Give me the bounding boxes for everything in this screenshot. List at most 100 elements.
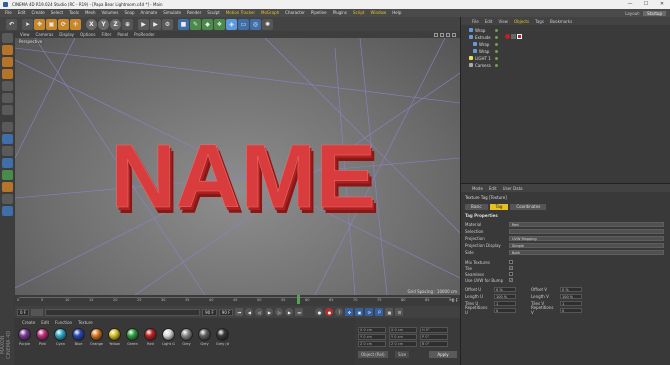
checkbox[interactable]: ✓ xyxy=(509,278,513,282)
viewport-menu-filter[interactable]: Filter xyxy=(98,31,114,38)
menu-plugins[interactable]: Plugins xyxy=(330,9,350,17)
timeline-ruler[interactable]: 0 5 10 15 20 25 30 35 40 45 50 55 60 65 70 75 80 85 90 0 F xyxy=(15,295,460,306)
position-z-field[interactable]: Z 0 cm xyxy=(358,341,386,347)
menu-tools[interactable]: Tools xyxy=(66,9,82,17)
object-tree-item[interactable]: Wrap xyxy=(469,27,498,33)
object-tree-item[interactable]: Wrap xyxy=(473,41,498,47)
points-mode-icon[interactable] xyxy=(1,81,13,91)
material-swatch[interactable]: Orange xyxy=(89,328,104,346)
selected-texture-tag-icon[interactable] xyxy=(517,34,522,39)
tweak-mode-icon[interactable] xyxy=(1,134,13,144)
render-view-icon[interactable]: ▶ xyxy=(138,18,149,30)
goto-start-icon[interactable]: ⏮ xyxy=(235,308,244,316)
menu-character[interactable]: Character xyxy=(282,9,308,17)
spline-pen-icon[interactable]: ✎ xyxy=(190,18,201,30)
maximize-button[interactable]: ☐ xyxy=(638,0,654,9)
material-swatch[interactable]: Grey xyxy=(197,328,212,346)
tab-basic[interactable]: Basic xyxy=(465,204,488,210)
subdivision-surface-icon[interactable]: ◆ xyxy=(202,18,213,30)
coordinate-mode-dropdown[interactable]: Object (Rel) xyxy=(358,351,388,358)
close-button[interactable]: ✕ xyxy=(654,0,670,9)
key-scale-icon[interactable]: ▣ xyxy=(355,308,364,316)
viewport-menu-view[interactable]: View xyxy=(17,31,33,38)
polygons-mode-icon[interactable] xyxy=(1,105,13,115)
property-value-field[interactable] xyxy=(509,228,664,234)
menu-window[interactable]: Window xyxy=(368,9,390,17)
menu-volumes[interactable]: Volumes xyxy=(98,9,121,17)
material-swatch[interactable]: Purple xyxy=(17,328,32,346)
size-y-field[interactable]: Y 0 cm xyxy=(389,334,417,340)
texture-tag-icon[interactable] xyxy=(505,34,510,39)
render-settings-icon[interactable]: ⚙ xyxy=(162,18,173,30)
floor-icon[interactable]: ▭ xyxy=(238,18,249,30)
menu-script[interactable]: Script xyxy=(350,9,368,17)
objects-menu-file[interactable]: File xyxy=(469,19,482,24)
material-swatch[interactable]: Grey xyxy=(179,328,194,346)
visibility-toggle-icon[interactable] xyxy=(495,49,498,53)
rotation-b-field[interactable]: B 0° xyxy=(420,341,448,347)
material-swatch[interactable]: Yellow xyxy=(107,328,122,346)
size-z-field[interactable]: Z 0 cm xyxy=(389,341,417,347)
layout-dropdown[interactable]: Startup xyxy=(643,10,666,16)
make-editable-icon[interactable] xyxy=(1,33,13,43)
attr-menu-user-data[interactable]: User Data xyxy=(500,186,526,191)
light-icon[interactable]: ✺ xyxy=(262,18,273,30)
viewport-menu-display[interactable]: Display xyxy=(56,31,77,38)
menu-pipeline[interactable]: Pipeline xyxy=(308,9,330,17)
undo-icon[interactable]: ↶ xyxy=(6,18,17,30)
max-frame-field[interactable]: 90 F xyxy=(218,308,234,316)
tab-tag[interactable]: Tag xyxy=(489,204,509,210)
visibility-toggle-icon[interactable] xyxy=(495,56,498,60)
object-tree-item[interactable]: Extrude xyxy=(469,34,498,40)
rotation-h-field[interactable]: H 0° xyxy=(420,327,448,333)
prev-key-icon[interactable]: ◀ xyxy=(245,308,254,316)
checkbox[interactable] xyxy=(509,260,513,264)
array-icon[interactable]: ❖ xyxy=(214,18,225,30)
material-menu-edit[interactable]: Edit xyxy=(38,320,52,325)
maximize-viewport-icon[interactable] xyxy=(452,32,456,37)
size-mode-dropdown[interactable]: Size xyxy=(395,351,410,358)
numeric-field[interactable]: 100 % xyxy=(560,293,582,299)
material-swatch[interactable]: Pink xyxy=(35,328,50,346)
model-mode-icon[interactable] xyxy=(1,45,13,55)
numeric-field[interactable]: 0 % xyxy=(494,286,516,292)
menu-help[interactable]: Help xyxy=(389,9,404,17)
numeric-field[interactable]: 100 % xyxy=(494,293,516,299)
material-swatch[interactable]: Blue xyxy=(71,328,86,346)
keyframe-selection-icon[interactable]: ? xyxy=(335,308,344,316)
material-swatch[interactable]: Light G xyxy=(161,328,176,346)
z-axis-icon[interactable]: Z xyxy=(110,18,121,30)
visibility-toggle-icon[interactable] xyxy=(495,35,498,39)
menu-mograph[interactable]: MoGraph xyxy=(258,9,282,17)
cube-icon[interactable]: ■ xyxy=(178,18,189,30)
phong-tag-icon[interactable] xyxy=(511,34,516,39)
snap-icon[interactable] xyxy=(1,146,13,156)
visibility-toggle-icon[interactable] xyxy=(495,28,498,32)
y-axis-icon[interactable]: Y xyxy=(98,18,109,30)
stepper-icon[interactable] xyxy=(31,308,44,316)
material-menu-texture[interactable]: Texture xyxy=(75,320,96,325)
menu-simulate[interactable]: Simulate xyxy=(160,9,184,17)
menu-motion-tracker[interactable]: Motion Tracker xyxy=(223,9,258,17)
size-x-field[interactable]: X 0 cm xyxy=(389,327,417,333)
position-x-field[interactable]: X 0 cm xyxy=(358,327,386,333)
menu-create[interactable]: Create xyxy=(28,9,47,17)
workplane-mode-icon[interactable] xyxy=(1,69,13,79)
property-value-field[interactable]: Simple xyxy=(509,242,664,248)
property-value-field[interactable]: Both xyxy=(509,249,664,255)
menu-file[interactable]: File xyxy=(2,9,15,17)
objects-menu-view[interactable]: View xyxy=(495,19,511,24)
x-axis-icon[interactable]: X xyxy=(86,18,97,30)
prev-frame-icon[interactable]: ◁ xyxy=(255,308,264,316)
start-frame-field[interactable]: 0 F xyxy=(17,308,30,316)
menu-edit[interactable]: Edit xyxy=(15,9,29,17)
attr-menu-edit[interactable]: Edit xyxy=(486,186,500,191)
lock-workplane-icon[interactable] xyxy=(1,170,13,180)
record-keys-icon[interactable]: ● xyxy=(315,308,324,316)
symmetry-icon[interactable] xyxy=(1,158,13,168)
move-icon[interactable]: ✥ xyxy=(34,18,45,30)
property-value-field[interactable]: Red xyxy=(509,221,664,227)
texture-mode-icon[interactable] xyxy=(1,57,13,67)
viewport-menu-options[interactable]: Options xyxy=(77,31,98,38)
numeric-field[interactable]: 0 xyxy=(560,307,582,313)
